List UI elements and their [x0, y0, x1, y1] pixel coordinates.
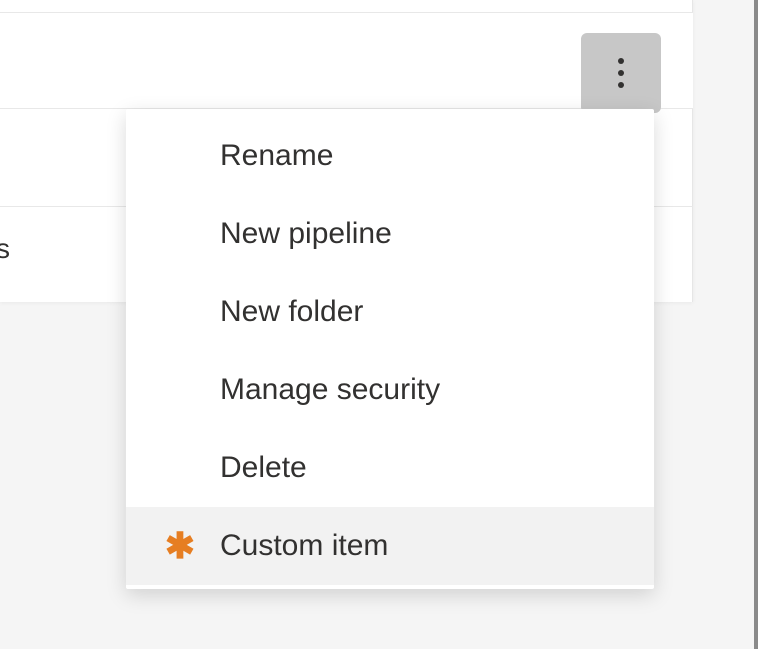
menu-item-rename[interactable]: Rename — [126, 117, 654, 195]
list-row-edge — [0, 0, 693, 13]
menu-item-label: Custom item — [220, 529, 388, 563]
menu-item-new-folder[interactable]: New folder — [126, 273, 654, 351]
menu-item-label: New folder — [220, 295, 363, 329]
menu-item-custom-item[interactable]: ✱ Custom item — [126, 507, 654, 585]
more-options-button[interactable] — [581, 33, 661, 113]
menu-item-delete[interactable]: Delete — [126, 429, 654, 507]
menu-item-label: Rename — [220, 139, 333, 173]
menu-item-label: Delete — [220, 451, 307, 485]
menu-item-label: Manage security — [220, 373, 440, 407]
list-header-row[interactable] — [0, 13, 693, 109]
menu-item-new-pipeline[interactable]: New pipeline — [126, 195, 654, 273]
menu-item-manage-security[interactable]: Manage security — [126, 351, 654, 429]
truncated-row-text: s — [0, 233, 10, 265]
vertical-dots-icon — [618, 58, 624, 88]
window-right-edge — [754, 0, 758, 649]
asterisk-icon: ✱ — [164, 530, 196, 562]
menu-item-label: New pipeline — [220, 217, 392, 251]
context-menu: Rename New pipeline New folder Manage se… — [126, 109, 654, 589]
